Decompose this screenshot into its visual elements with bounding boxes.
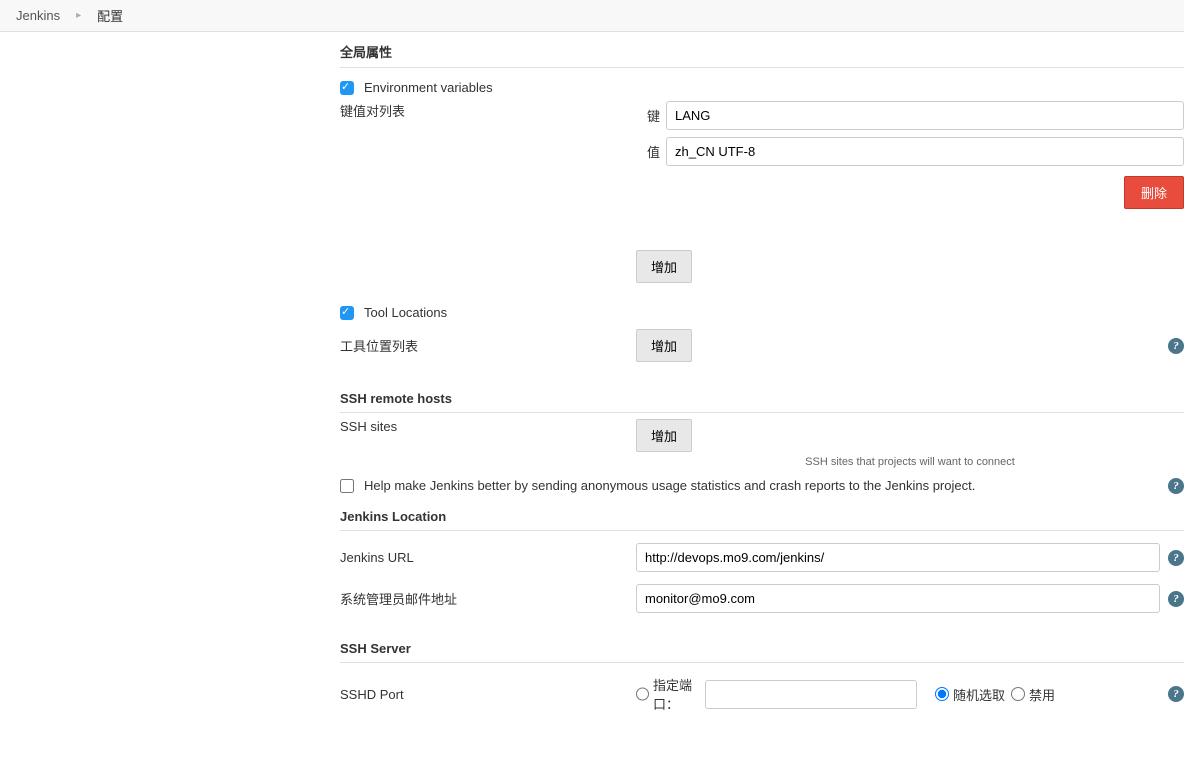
help-icon[interactable]: ? [1168, 550, 1184, 566]
tool-add-button[interactable]: 增加 [636, 329, 692, 362]
breadcrumb: Jenkins ▸ 配置 [0, 0, 1184, 32]
admin-email-input[interactable] [636, 584, 1160, 613]
sshd-disable-radio[interactable] [1011, 687, 1025, 701]
sshd-port-input[interactable] [705, 680, 917, 709]
usage-stats-checkbox[interactable] [340, 479, 354, 493]
env-delete-button[interactable]: 删除 [1124, 176, 1184, 209]
help-icon[interactable]: ? [1168, 686, 1184, 702]
breadcrumb-sep-icon: ▸ [76, 10, 81, 21]
ssh-sites-label: SSH sites [340, 419, 636, 472]
env-vars-checkbox[interactable] [340, 81, 354, 95]
section-jenkins-location: Jenkins Location [340, 499, 1184, 531]
section-global-properties: 全局属性 [340, 32, 1184, 68]
sshd-fixed-label: 指定端口： [653, 675, 701, 713]
sshd-random-label: 随机选取 [953, 685, 1005, 704]
ssh-sites-hint: SSH sites that projects will want to con… [636, 456, 1184, 468]
help-icon[interactable]: ? [1168, 338, 1184, 354]
tool-list-label: 工具位置列表 [340, 336, 636, 355]
section-ssh-server: SSH Server [340, 631, 1184, 663]
usage-stats-label: Help make Jenkins better by sending anon… [364, 478, 975, 493]
admin-email-label: 系统管理员邮件地址 [340, 585, 636, 612]
section-ssh-remote-hosts: SSH remote hosts [340, 381, 1184, 413]
sshd-port-label: SSHD Port [340, 683, 636, 706]
jenkins-url-label: Jenkins URL [340, 546, 636, 569]
help-icon[interactable]: ? [1168, 478, 1184, 494]
sshd-fixed-radio[interactable] [636, 687, 649, 701]
tool-locations-checkbox[interactable] [340, 306, 354, 320]
sshd-random-radio[interactable] [935, 687, 949, 701]
env-val-label: 值 [636, 142, 660, 161]
env-key-input[interactable] [666, 101, 1184, 130]
breadcrumb-current: 配置 [97, 6, 123, 25]
jenkins-url-input[interactable] [636, 543, 1160, 572]
env-list-label: 键值对列表 [340, 101, 636, 283]
ssh-sites-add-button[interactable]: 增加 [636, 419, 692, 452]
env-key-label: 键 [636, 106, 660, 125]
tool-locations-label: Tool Locations [364, 305, 447, 320]
breadcrumb-root[interactable]: Jenkins [16, 8, 60, 23]
sshd-disable-label: 禁用 [1029, 685, 1055, 704]
env-val-input[interactable] [666, 137, 1184, 166]
help-icon[interactable]: ? [1168, 591, 1184, 607]
env-vars-label: Environment variables [364, 80, 493, 95]
env-add-button[interactable]: 增加 [636, 250, 692, 283]
